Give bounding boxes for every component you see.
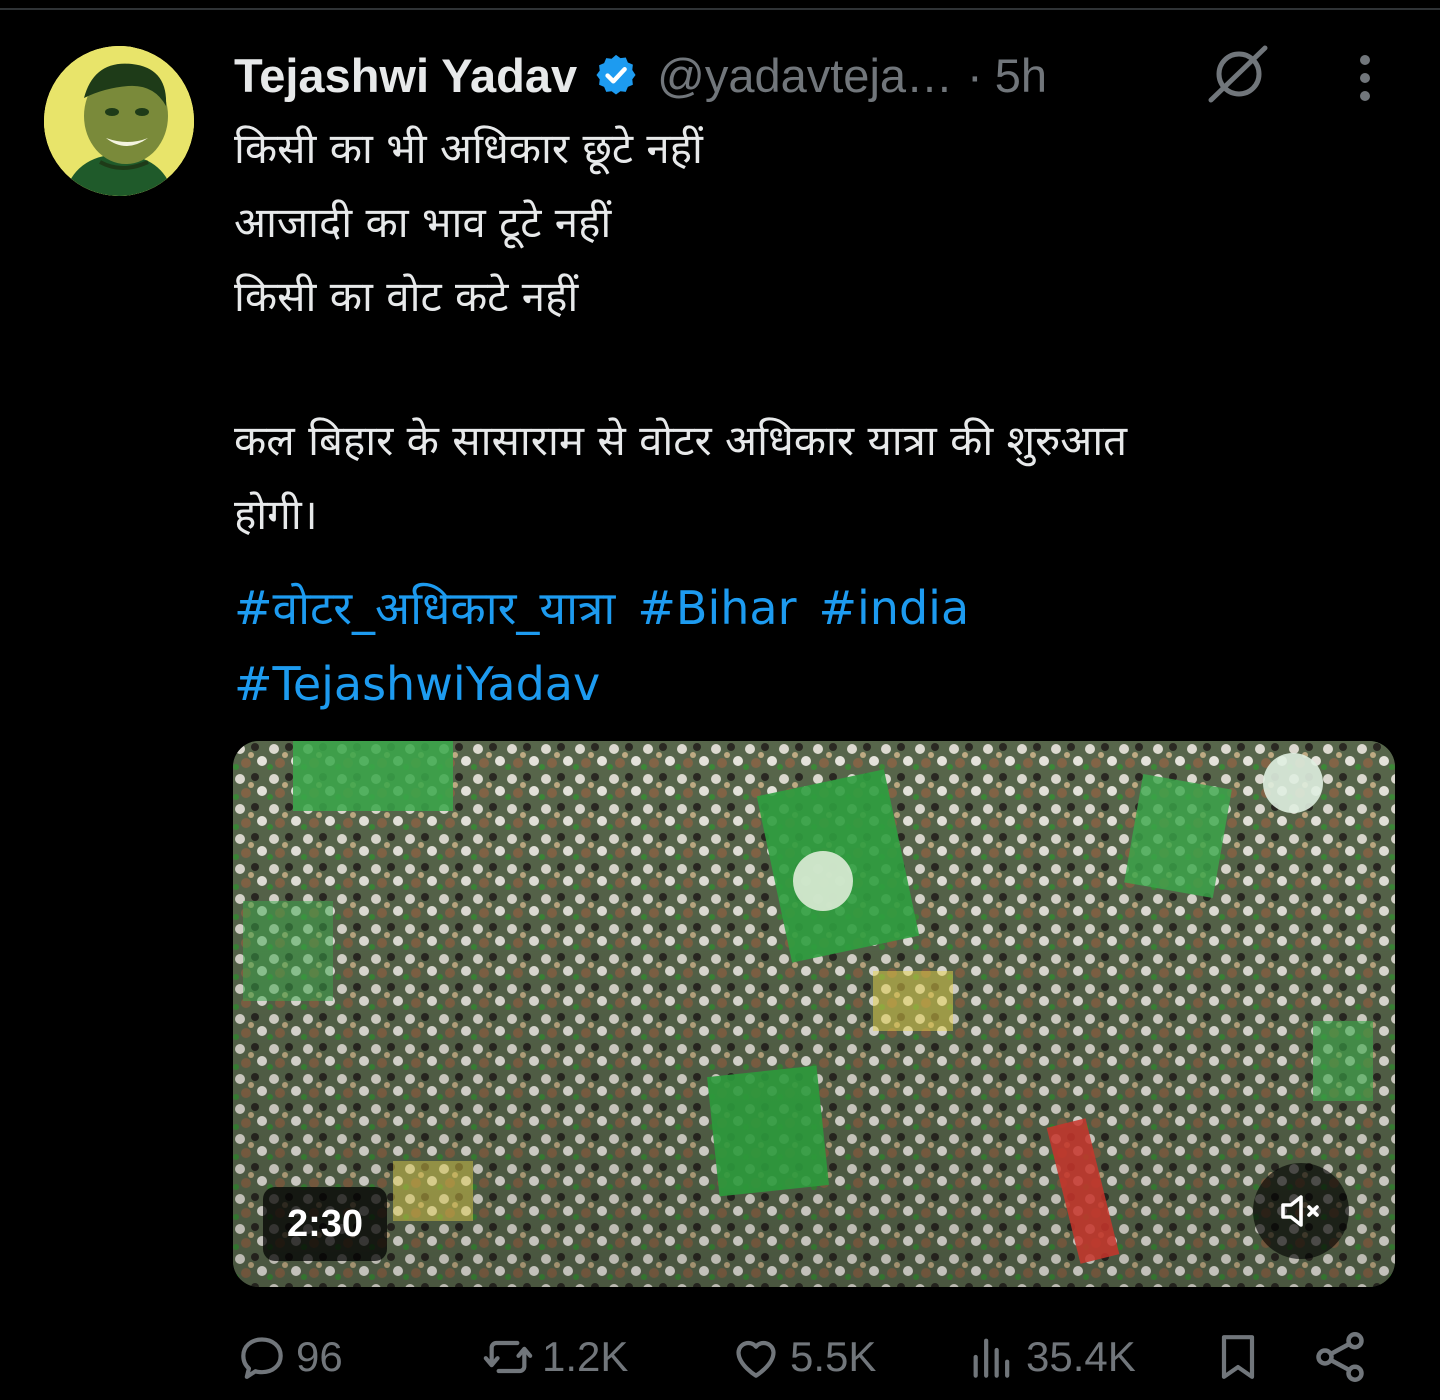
author-handle[interactable]: @yadavteja… [657,48,953,103]
tweet-text: किसी का भी अधिकार छूटे नहीं आजादी का भाव… [234,112,1404,552]
mute-toggle-button[interactable] [1253,1163,1349,1259]
tweet-text-line: आजादी का भाव टूटे नहीं [234,198,612,247]
hashtag-row: #वोटर_अधिकार_यात्रा #Bihar #india [234,570,1404,646]
views-count: 35.4K [1026,1333,1136,1380]
reply-button[interactable]: 96 [234,1322,343,1392]
hashtag-link[interactable]: #वोटर_अधिकार_यात्रा [234,581,615,635]
repost-count: 1.2K [542,1333,629,1380]
reply-icon [241,1337,283,1379]
tweet-text-line: कल बिहार के सासाराम से वोटर अधिकार यात्र… [234,416,1128,465]
tweet-text-line: किसी का वोट कटे नहीं [234,272,579,321]
avatar-image [44,46,194,196]
hashtag-link[interactable]: #Bihar [637,581,796,635]
video-duration-badge: 2:30 [263,1187,387,1261]
bookmark-button[interactable] [1210,1322,1266,1392]
verified-badge-icon [596,54,636,95]
heart-icon [736,1340,776,1378]
hashtag-link[interactable]: #TejashwiYadav [234,657,600,711]
like-count: 5.5K [790,1333,877,1380]
repost-button[interactable]: 1.2K [480,1322,628,1392]
tweet-text-line: किसी का भी अधिकार छूटे नहीं [234,124,703,173]
bookmark-icon [1221,1335,1255,1379]
video-player[interactable] [233,741,1395,1287]
tweet-text-line: होगी। [234,490,318,539]
reply-count: 96 [296,1333,343,1380]
hashtags: #वोटर_अधिकार_यात्रा #Bihar #india #Tejashw… [234,570,1404,722]
share-icon [1316,1332,1364,1382]
grok-icon[interactable] [1205,44,1271,104]
tweet-action-bar: 96 1.2K 5.5K 35.4K [234,1322,1374,1392]
top-divider [0,8,1440,10]
tweet-timestamp[interactable]: 5h [995,48,1047,103]
like-button[interactable]: 5.5K [728,1322,876,1392]
video-thumbnail [233,741,1395,1287]
author-avatar[interactable] [44,46,194,196]
volume-muted-icon [1281,1195,1319,1227]
more-vertical-icon[interactable] [1352,52,1378,104]
views-button[interactable]: 35.4K [964,1322,1136,1392]
repost-icon [483,1340,533,1374]
author-name[interactable]: Tejashwi Yadav [234,48,577,103]
hashtag-link[interactable]: #india [818,581,969,635]
views-icon [973,1338,1010,1378]
share-button[interactable] [1310,1322,1370,1392]
hashtag-row: #TejashwiYadav [234,646,1404,722]
separator-dot: · [967,48,983,102]
